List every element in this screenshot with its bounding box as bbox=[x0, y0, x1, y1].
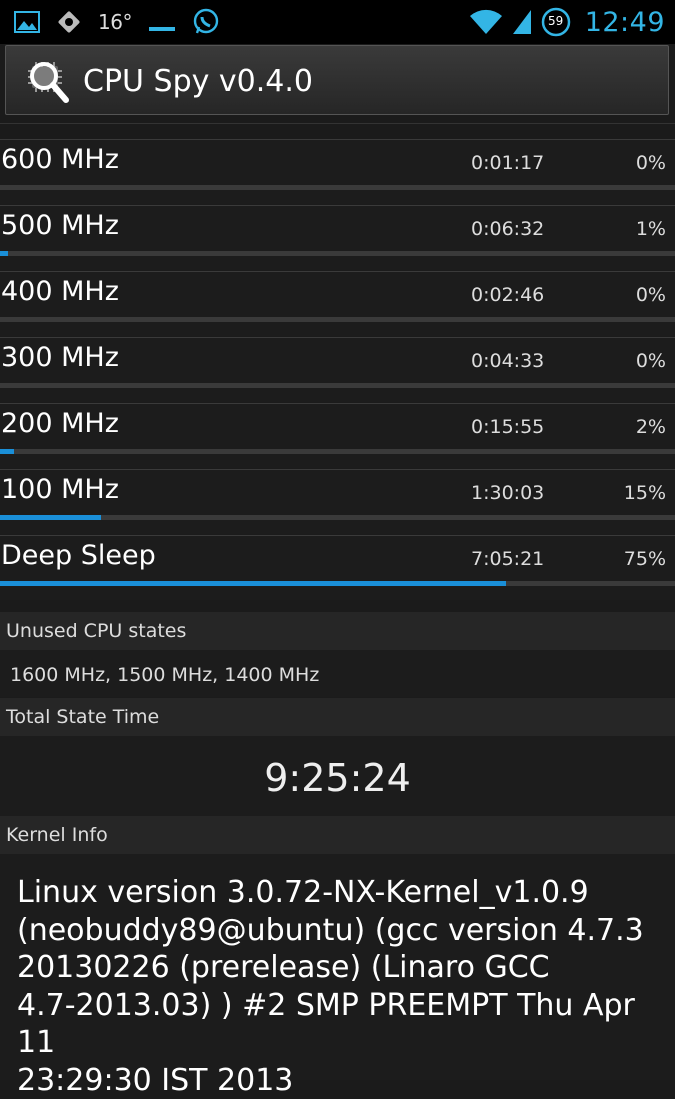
status-bar: 16° 59 12:49 bbox=[0, 0, 675, 44]
state-frequency-label: 400 MHz bbox=[1, 276, 119, 307]
kernel-info-section: Linux version 3.0.72-NX-Kernel_v1.0.9 (n… bbox=[0, 854, 675, 1098]
cpu-state-row: 300 MHz 0:04:33 0% bbox=[0, 337, 675, 402]
total-time-value: 9:25:24 bbox=[264, 756, 411, 800]
cpu-state-row: 100 MHz 1:30:03 15% bbox=[0, 469, 675, 534]
state-progress-bar bbox=[0, 185, 675, 190]
total-time-section: 9:25:24 bbox=[0, 736, 675, 816]
state-duration: 1:30:03 bbox=[471, 482, 545, 504]
unused-states-header: Unused CPU states bbox=[0, 612, 675, 650]
state-frequency-label: 300 MHz bbox=[1, 342, 119, 373]
state-progress-bar bbox=[0, 515, 675, 520]
state-progress-fill bbox=[0, 581, 507, 586]
state-percentage: 75% bbox=[623, 548, 666, 570]
state-percentage: 0% bbox=[635, 152, 666, 174]
state-frequency-label: 600 MHz bbox=[1, 144, 119, 175]
total-time-header: Total State Time bbox=[0, 698, 675, 736]
keyboard-icon bbox=[148, 10, 176, 34]
state-duration: 0:15:55 bbox=[471, 416, 545, 438]
app-title: CPU Spy v0.4.0 bbox=[83, 64, 313, 99]
state-percentage: 2% bbox=[635, 416, 666, 438]
status-bar-system: 59 12:49 bbox=[469, 6, 665, 38]
state-duration: 0:04:33 bbox=[471, 350, 545, 372]
state-duration: 0:01:17 bbox=[471, 152, 545, 174]
action-bar: CPU Spy v0.4.0 bbox=[5, 45, 669, 115]
state-progress-fill bbox=[0, 515, 102, 520]
settings-icon bbox=[56, 9, 82, 35]
state-duration: 0:02:46 bbox=[471, 284, 545, 306]
state-progress-bar bbox=[0, 317, 675, 322]
whatsapp-icon bbox=[192, 8, 220, 36]
unused-states-header-label: Unused CPU states bbox=[6, 620, 187, 642]
total-time-header-label: Total State Time bbox=[6, 706, 160, 728]
state-progress-bar bbox=[0, 449, 675, 454]
battery-icon: 59 bbox=[541, 7, 571, 37]
state-progress-bar bbox=[0, 581, 675, 586]
battery-level: 59 bbox=[548, 14, 564, 28]
unused-states-section: 1600 MHz, 1500 MHz, 1400 MHz bbox=[0, 650, 675, 697]
state-frequency-label: 100 MHz bbox=[1, 474, 119, 505]
state-duration: 7:05:21 bbox=[471, 548, 545, 570]
cpu-magnifier-icon[interactable] bbox=[24, 58, 76, 106]
state-percentage: 0% bbox=[635, 350, 666, 372]
signal-icon bbox=[511, 8, 533, 36]
cpu-state-row: 200 MHz 0:15:55 2% bbox=[0, 403, 675, 468]
cpu-state-row: Deep Sleep 7:05:21 75% bbox=[0, 535, 675, 600]
cpu-state-row: 500 MHz 0:06:32 1% bbox=[0, 205, 675, 270]
state-progress-fill bbox=[0, 449, 14, 454]
wifi-icon bbox=[469, 8, 503, 36]
cpu-state-row: 400 MHz 0:02:46 0% bbox=[0, 271, 675, 336]
status-bar-notifications: 16° bbox=[14, 6, 220, 38]
kernel-info-header: Kernel Info bbox=[0, 816, 675, 854]
gallery-icon bbox=[14, 10, 40, 34]
cpu-states-list: 600 MHz 0:01:17 0% 500 MHz 0:06:32 1% 400 MHz 0… bbox=[0, 139, 675, 601]
state-percentage: 15% bbox=[623, 482, 666, 504]
cpu-state-row: 600 MHz 0:01:17 0% bbox=[0, 139, 675, 204]
kernel-info-header-label: Kernel Info bbox=[6, 824, 108, 846]
state-progress-bar bbox=[0, 383, 675, 388]
state-duration: 0:06:32 bbox=[471, 218, 545, 240]
state-progress-fill bbox=[0, 251, 9, 256]
kernel-info-value: Linux version 3.0.72-NX-Kernel_v1.0.9 (n… bbox=[17, 875, 644, 1098]
temperature-indicator: 16° bbox=[98, 10, 132, 34]
state-percentage: 0% bbox=[635, 284, 666, 306]
state-frequency-label: 500 MHz bbox=[1, 210, 119, 241]
state-percentage: 1% bbox=[635, 218, 666, 240]
clock: 12:49 bbox=[584, 6, 665, 38]
action-bar-divider bbox=[0, 123, 675, 124]
state-frequency-label: 200 MHz bbox=[1, 408, 119, 439]
state-progress-bar bbox=[0, 251, 675, 256]
unused-states-value: 1600 MHz, 1500 MHz, 1400 MHz bbox=[10, 664, 320, 686]
state-frequency-label: Deep Sleep bbox=[1, 540, 156, 571]
